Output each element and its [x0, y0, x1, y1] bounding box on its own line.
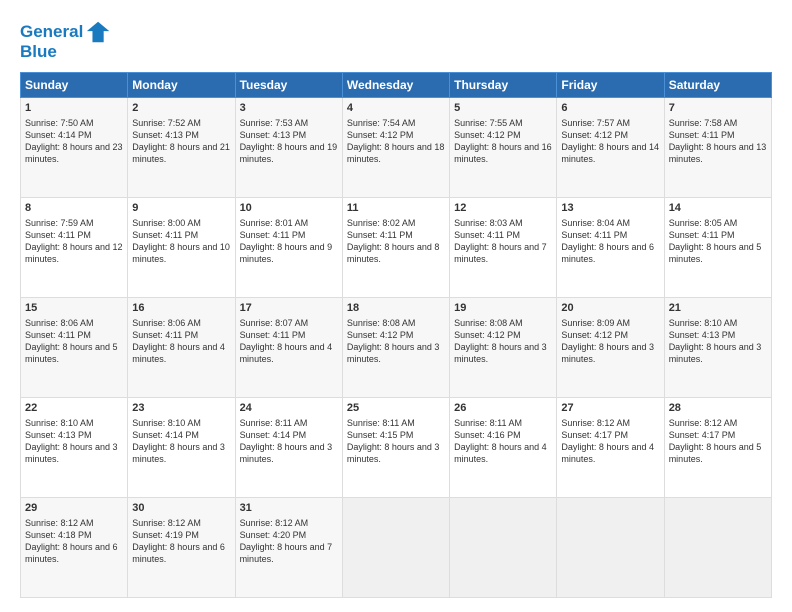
calendar-cell: 20Sunrise: 8:09 AMSunset: 4:12 PMDayligh… [557, 298, 664, 398]
day-number: 25 [347, 401, 445, 416]
day-number: 28 [669, 401, 767, 416]
day-number: 20 [561, 301, 659, 316]
header: General Blue [20, 18, 772, 62]
day-number: 31 [240, 501, 338, 516]
calendar-cell: 29Sunrise: 8:12 AMSunset: 4:18 PMDayligh… [21, 498, 128, 598]
calendar-day-header: Wednesday [342, 73, 449, 98]
logo: General Blue [20, 18, 113, 62]
day-number: 4 [347, 101, 445, 116]
calendar-cell: 8Sunrise: 7:59 AMSunset: 4:11 PMDaylight… [21, 198, 128, 298]
day-number: 9 [132, 201, 230, 216]
calendar-cell [342, 498, 449, 598]
calendar-cell: 12Sunrise: 8:03 AMSunset: 4:11 PMDayligh… [450, 198, 557, 298]
calendar-cell: 6Sunrise: 7:57 AMSunset: 4:12 PMDaylight… [557, 98, 664, 198]
page: General Blue SundayMondayTuesdayWednesda… [0, 0, 792, 612]
calendar-day-header: Saturday [664, 73, 771, 98]
calendar-cell [557, 498, 664, 598]
day-number: 14 [669, 201, 767, 216]
calendar-cell: 23Sunrise: 8:10 AMSunset: 4:14 PMDayligh… [128, 398, 235, 498]
day-number: 5 [454, 101, 552, 116]
day-number: 24 [240, 401, 338, 416]
calendar-cell: 30Sunrise: 8:12 AMSunset: 4:19 PMDayligh… [128, 498, 235, 598]
calendar-cell: 18Sunrise: 8:08 AMSunset: 4:12 PMDayligh… [342, 298, 449, 398]
day-number: 15 [25, 301, 123, 316]
day-number: 8 [25, 201, 123, 216]
day-number: 22 [25, 401, 123, 416]
day-number: 23 [132, 401, 230, 416]
day-number: 13 [561, 201, 659, 216]
day-number: 17 [240, 301, 338, 316]
calendar-cell: 27Sunrise: 8:12 AMSunset: 4:17 PMDayligh… [557, 398, 664, 498]
day-number: 6 [561, 101, 659, 116]
day-number: 3 [240, 101, 338, 116]
calendar-cell: 11Sunrise: 8:02 AMSunset: 4:11 PMDayligh… [342, 198, 449, 298]
day-number: 30 [132, 501, 230, 516]
calendar-cell: 3Sunrise: 7:53 AMSunset: 4:13 PMDaylight… [235, 98, 342, 198]
calendar-cell [450, 498, 557, 598]
day-number: 1 [25, 101, 123, 116]
calendar-cell: 9Sunrise: 8:00 AMSunset: 4:11 PMDaylight… [128, 198, 235, 298]
calendar-cell: 22Sunrise: 8:10 AMSunset: 4:13 PMDayligh… [21, 398, 128, 498]
calendar-cell: 4Sunrise: 7:54 AMSunset: 4:12 PMDaylight… [342, 98, 449, 198]
calendar-cell: 15Sunrise: 8:06 AMSunset: 4:11 PMDayligh… [21, 298, 128, 398]
calendar-cell: 5Sunrise: 7:55 AMSunset: 4:12 PMDaylight… [450, 98, 557, 198]
calendar-week-row: 1Sunrise: 7:50 AMSunset: 4:14 PMDaylight… [21, 98, 772, 198]
calendar-day-header: Monday [128, 73, 235, 98]
calendar-cell: 26Sunrise: 8:11 AMSunset: 4:16 PMDayligh… [450, 398, 557, 498]
day-number: 26 [454, 401, 552, 416]
day-number: 16 [132, 301, 230, 316]
calendar-cell: 19Sunrise: 8:08 AMSunset: 4:12 PMDayligh… [450, 298, 557, 398]
calendar-week-row: 15Sunrise: 8:06 AMSunset: 4:11 PMDayligh… [21, 298, 772, 398]
calendar-day-header: Tuesday [235, 73, 342, 98]
day-number: 11 [347, 201, 445, 216]
calendar-week-row: 8Sunrise: 7:59 AMSunset: 4:11 PMDaylight… [21, 198, 772, 298]
calendar-cell: 7Sunrise: 7:58 AMSunset: 4:11 PMDaylight… [664, 98, 771, 198]
calendar-cell: 16Sunrise: 8:06 AMSunset: 4:11 PMDayligh… [128, 298, 235, 398]
calendar-day-header: Sunday [21, 73, 128, 98]
calendar-cell: 10Sunrise: 8:01 AMSunset: 4:11 PMDayligh… [235, 198, 342, 298]
calendar-cell: 24Sunrise: 8:11 AMSunset: 4:14 PMDayligh… [235, 398, 342, 498]
calendar-cell: 2Sunrise: 7:52 AMSunset: 4:13 PMDaylight… [128, 98, 235, 198]
day-number: 29 [25, 501, 123, 516]
day-number: 27 [561, 401, 659, 416]
calendar-cell: 25Sunrise: 8:11 AMSunset: 4:15 PMDayligh… [342, 398, 449, 498]
day-number: 7 [669, 101, 767, 116]
day-number: 2 [132, 101, 230, 116]
calendar-cell: 21Sunrise: 8:10 AMSunset: 4:13 PMDayligh… [664, 298, 771, 398]
calendar-table: SundayMondayTuesdayWednesdayThursdayFrid… [20, 72, 772, 598]
day-number: 19 [454, 301, 552, 316]
calendar-cell: 14Sunrise: 8:05 AMSunset: 4:11 PMDayligh… [664, 198, 771, 298]
calendar-cell: 28Sunrise: 8:12 AMSunset: 4:17 PMDayligh… [664, 398, 771, 498]
day-number: 12 [454, 201, 552, 216]
logo-text: General [20, 23, 83, 42]
calendar-cell: 13Sunrise: 8:04 AMSunset: 4:11 PMDayligh… [557, 198, 664, 298]
calendar-cell [664, 498, 771, 598]
logo-icon [85, 18, 113, 46]
day-number: 10 [240, 201, 338, 216]
calendar-cell: 1Sunrise: 7:50 AMSunset: 4:14 PMDaylight… [21, 98, 128, 198]
calendar-cell: 31Sunrise: 8:12 AMSunset: 4:20 PMDayligh… [235, 498, 342, 598]
calendar-day-header: Friday [557, 73, 664, 98]
calendar-header-row: SundayMondayTuesdayWednesdayThursdayFrid… [21, 73, 772, 98]
day-number: 21 [669, 301, 767, 316]
calendar-day-header: Thursday [450, 73, 557, 98]
calendar-week-row: 29Sunrise: 8:12 AMSunset: 4:18 PMDayligh… [21, 498, 772, 598]
day-number: 18 [347, 301, 445, 316]
calendar-cell: 17Sunrise: 8:07 AMSunset: 4:11 PMDayligh… [235, 298, 342, 398]
calendar-week-row: 22Sunrise: 8:10 AMSunset: 4:13 PMDayligh… [21, 398, 772, 498]
